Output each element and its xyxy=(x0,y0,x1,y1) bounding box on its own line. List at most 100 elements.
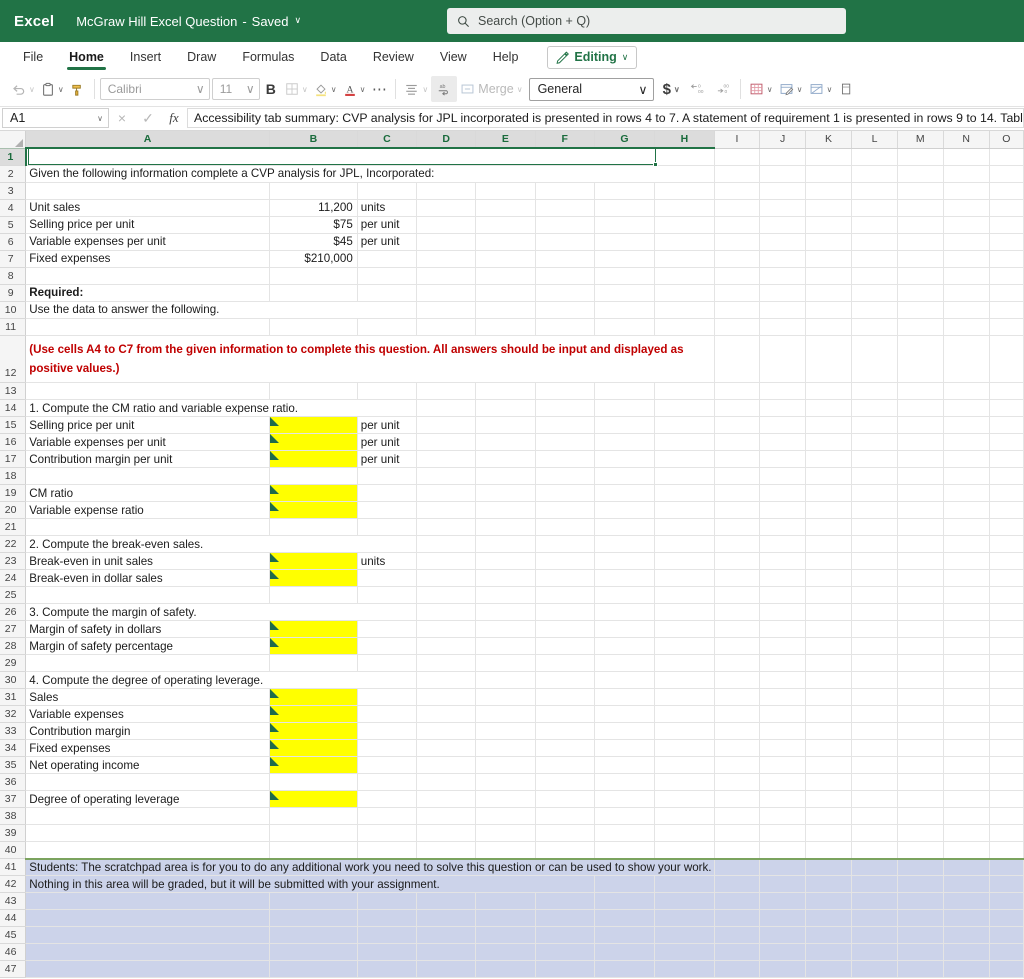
cell-a36[interactable] xyxy=(26,774,270,791)
cell-d44[interactable] xyxy=(417,910,476,927)
column-header-n[interactable]: N xyxy=(943,131,989,148)
answer-cell-b35[interactable] xyxy=(269,757,357,774)
cancel-formula-button[interactable]: × xyxy=(109,108,135,128)
cell-l9[interactable] xyxy=(852,284,898,301)
more-font-options-button[interactable]: ⋯ xyxy=(368,76,390,102)
cell-g24[interactable] xyxy=(594,570,654,587)
cell-l18[interactable] xyxy=(852,468,898,485)
cell-l13[interactable] xyxy=(852,383,898,400)
cell-k8[interactable] xyxy=(806,267,852,284)
cell-g36[interactable] xyxy=(594,774,654,791)
cell-n31[interactable] xyxy=(943,689,989,706)
cell-n16[interactable] xyxy=(943,434,989,451)
cell-g11[interactable] xyxy=(594,318,654,335)
cell-h33[interactable] xyxy=(655,723,714,740)
cell-c44[interactable] xyxy=(357,910,416,927)
cell-o45[interactable] xyxy=(989,927,1023,944)
cell-e15[interactable] xyxy=(476,417,535,434)
cell-g8[interactable] xyxy=(594,267,654,284)
cell-k11[interactable] xyxy=(806,318,852,335)
merge-button[interactable]: Merge ∨ xyxy=(457,76,525,102)
cell-o4[interactable] xyxy=(989,199,1023,216)
cell-styles-button[interactable]: ∨ xyxy=(806,76,836,102)
cell-b40[interactable] xyxy=(269,842,357,859)
cell-h32[interactable] xyxy=(655,706,714,723)
cell-h22[interactable] xyxy=(655,536,714,553)
cell-d20[interactable] xyxy=(417,502,476,519)
cell-a25[interactable] xyxy=(26,587,270,604)
cell-i15[interactable] xyxy=(714,417,760,434)
cell-f7[interactable] xyxy=(535,250,594,267)
cell-h45[interactable] xyxy=(655,927,714,944)
row-header-11[interactable]: 11 xyxy=(0,318,26,335)
cell-m16[interactable] xyxy=(897,434,943,451)
insert-cells-button[interactable] xyxy=(835,76,857,102)
cell-i22[interactable] xyxy=(714,536,760,553)
cell-k1[interactable] xyxy=(806,148,852,165)
cell-d18[interactable] xyxy=(417,468,476,485)
cell-c7[interactable] xyxy=(357,250,416,267)
row-header-43[interactable]: 43 xyxy=(0,893,26,910)
cell-n24[interactable] xyxy=(943,570,989,587)
increase-decimal-button[interactable]: 0 00 xyxy=(687,76,709,102)
cell-b44[interactable] xyxy=(269,910,357,927)
cell-l10[interactable] xyxy=(852,301,898,318)
cell-k31[interactable] xyxy=(806,689,852,706)
cell-l22[interactable] xyxy=(852,536,898,553)
cell-i7[interactable] xyxy=(714,250,760,267)
row-header-37[interactable]: 37 xyxy=(0,791,26,808)
cell-n5[interactable] xyxy=(943,216,989,233)
cell-e36[interactable] xyxy=(476,774,535,791)
cell-j29[interactable] xyxy=(760,655,806,672)
cell-o33[interactable] xyxy=(989,723,1023,740)
cell-o21[interactable] xyxy=(989,519,1023,536)
cell-e25[interactable] xyxy=(476,587,535,604)
column-header-h[interactable]: H xyxy=(655,131,714,148)
cell-d9[interactable] xyxy=(417,284,476,301)
cell-f24[interactable] xyxy=(535,570,594,587)
cell-a19[interactable]: CM ratio xyxy=(26,485,270,502)
cell-j3[interactable] xyxy=(760,182,806,199)
cell-f35[interactable] xyxy=(535,757,594,774)
row-header-19[interactable]: 19 xyxy=(0,485,26,502)
cell-n45[interactable] xyxy=(943,927,989,944)
cell-m25[interactable] xyxy=(897,587,943,604)
cell-f39[interactable] xyxy=(535,825,594,842)
cell-j11[interactable] xyxy=(760,318,806,335)
cell-o22[interactable] xyxy=(989,536,1023,553)
cell-o36[interactable] xyxy=(989,774,1023,791)
cell-h30[interactable] xyxy=(655,672,714,689)
cell-b4[interactable]: 11,200 xyxy=(269,199,357,216)
cell-c23[interactable]: units xyxy=(357,553,416,570)
cell-i45[interactable] xyxy=(714,927,760,944)
cell-j13[interactable] xyxy=(760,383,806,400)
cell-o10[interactable] xyxy=(989,301,1023,318)
cell-o9[interactable] xyxy=(989,284,1023,301)
cell-o16[interactable] xyxy=(989,434,1023,451)
cell-i10[interactable] xyxy=(714,301,760,318)
cell-a31[interactable]: Sales xyxy=(26,689,270,706)
cell-l26[interactable] xyxy=(852,604,898,621)
cell-o3[interactable] xyxy=(989,182,1023,199)
cell-k45[interactable] xyxy=(806,927,852,944)
cell-o23[interactable] xyxy=(989,553,1023,570)
cell-i16[interactable] xyxy=(714,434,760,451)
cell-j21[interactable] xyxy=(760,519,806,536)
cell-n30[interactable] xyxy=(943,672,989,689)
cell-k40[interactable] xyxy=(806,842,852,859)
column-header-c[interactable]: C xyxy=(357,131,416,148)
cell-c33[interactable] xyxy=(357,723,416,740)
cell-b29[interactable] xyxy=(269,655,357,672)
cell-e26[interactable] xyxy=(476,604,535,621)
row-header-27[interactable]: 27 xyxy=(0,621,26,638)
cell-l38[interactable] xyxy=(852,808,898,825)
row-header-26[interactable]: 26 xyxy=(0,604,26,621)
cell-i24[interactable] xyxy=(714,570,760,587)
cell-e47[interactable] xyxy=(476,961,535,978)
cell-i30[interactable] xyxy=(714,672,760,689)
cell-l29[interactable] xyxy=(852,655,898,672)
cell-o46[interactable] xyxy=(989,944,1023,961)
cell-d34[interactable] xyxy=(417,740,476,757)
currency-format-button[interactable]: $ ∨ xyxy=(660,76,683,102)
decrease-decimal-button[interactable]: 00 0 xyxy=(713,76,735,102)
